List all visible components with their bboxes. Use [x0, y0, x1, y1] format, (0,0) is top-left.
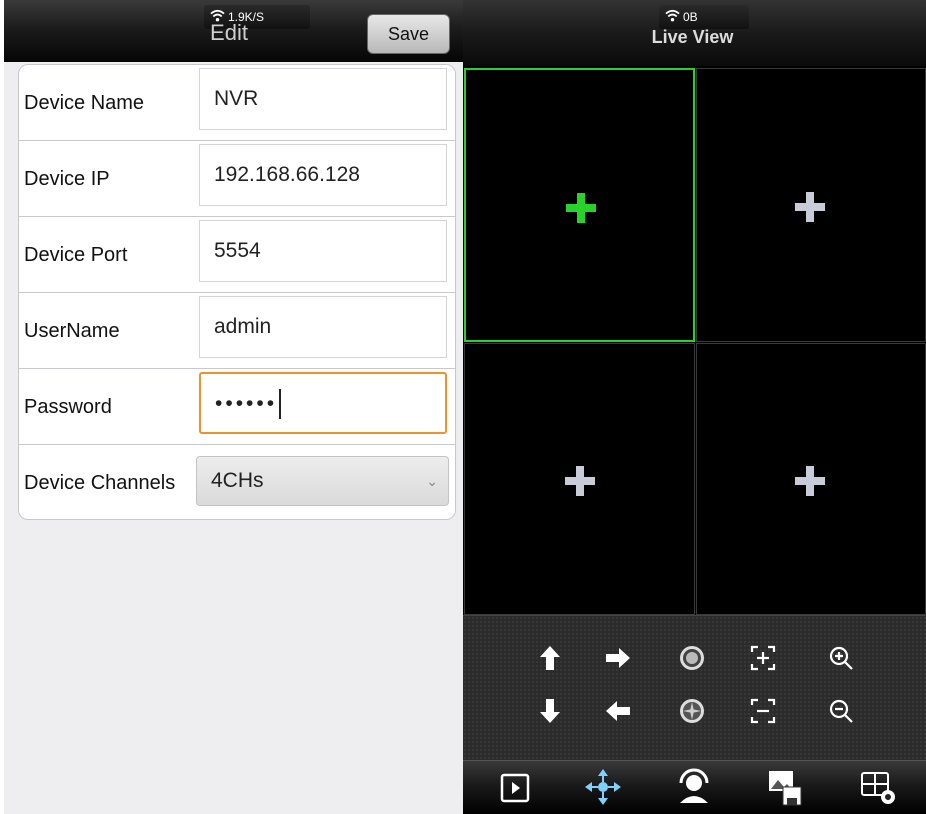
device-name-row: Device Name NVR [19, 65, 455, 141]
save-button[interactable]: Save [367, 14, 450, 54]
ptz-icon[interactable] [581, 765, 625, 809]
video-cell-3[interactable] [464, 343, 695, 615]
focus-minus-icon[interactable] [748, 696, 778, 726]
add-camera-icon [566, 193, 596, 223]
username-field[interactable]: admin [199, 296, 447, 358]
device-ip-label: Device IP [24, 168, 110, 190]
iris-close-icon[interactable] [677, 696, 707, 726]
arrow-left-icon[interactable] [603, 696, 633, 726]
add-camera-icon [795, 466, 825, 496]
password-row: Password •••••• [19, 369, 455, 445]
password-dots: •••••• [215, 392, 278, 415]
text-cursor [279, 389, 282, 420]
channels-select[interactable]: 4CHs ⌄ [196, 456, 449, 506]
snapshot-icon[interactable] [763, 765, 807, 809]
add-camera-icon [565, 466, 595, 496]
password-field[interactable]: •••••• [199, 372, 447, 434]
chevron-down-icon: ⌄ [426, 473, 438, 489]
channels-row: Device Channels 4CHs ⌄ [19, 445, 455, 519]
device-name-label: Device Name [24, 92, 145, 114]
arrow-right-icon[interactable] [603, 643, 633, 673]
focus-plus-icon[interactable] [748, 643, 778, 673]
add-camera-icon [795, 192, 825, 222]
password-label: Password [24, 396, 112, 418]
iris-open-icon[interactable] [677, 643, 707, 673]
channels-label: Device Channels [24, 472, 176, 494]
video-cell-4[interactable] [696, 343, 926, 615]
support-icon[interactable] [672, 765, 716, 809]
username-label: UserName [24, 320, 120, 342]
device-port-label: Device Port [24, 244, 128, 266]
page-title: Live View [651, 27, 734, 47]
bottom-tab-bar [463, 760, 926, 814]
arrow-down-icon[interactable] [535, 696, 565, 726]
zoom-out-icon[interactable] [826, 696, 856, 726]
zoom-in-icon[interactable] [826, 643, 856, 673]
wifi-icon [665, 9, 680, 22]
network-speed: 0B [683, 10, 698, 24]
device-port-row: Device Port 5554 [19, 217, 455, 293]
ptz-controls [463, 615, 926, 760]
video-cell-2[interactable] [696, 68, 926, 342]
channels-value: 4CHs [211, 469, 264, 492]
playback-icon[interactable] [493, 765, 537, 809]
video-cell-1[interactable] [464, 68, 695, 342]
live-view-screen: 0B Live View [463, 0, 926, 814]
device-port-field[interactable]: 5554 [199, 220, 447, 282]
status-bar: 0B [659, 5, 749, 29]
device-name-field[interactable]: NVR [199, 68, 447, 130]
live-view-header: 0B Live View [463, 0, 926, 66]
video-grid [463, 67, 926, 615]
arrow-up-icon[interactable] [535, 643, 565, 673]
settings-icon[interactable] [856, 765, 900, 809]
device-ip-row: Device IP 192.168.66.128 [19, 141, 455, 217]
device-form: Device Name NVR Device IP 192.168.66.128… [18, 64, 456, 520]
username-row: UserName admin [19, 293, 455, 369]
edit-header: 1.9K/S Edit Save [4, 0, 466, 62]
device-ip-field[interactable]: 192.168.66.128 [199, 144, 447, 206]
edit-screen: 1.9K/S Edit Save Device Name NVR Device … [4, 0, 466, 814]
